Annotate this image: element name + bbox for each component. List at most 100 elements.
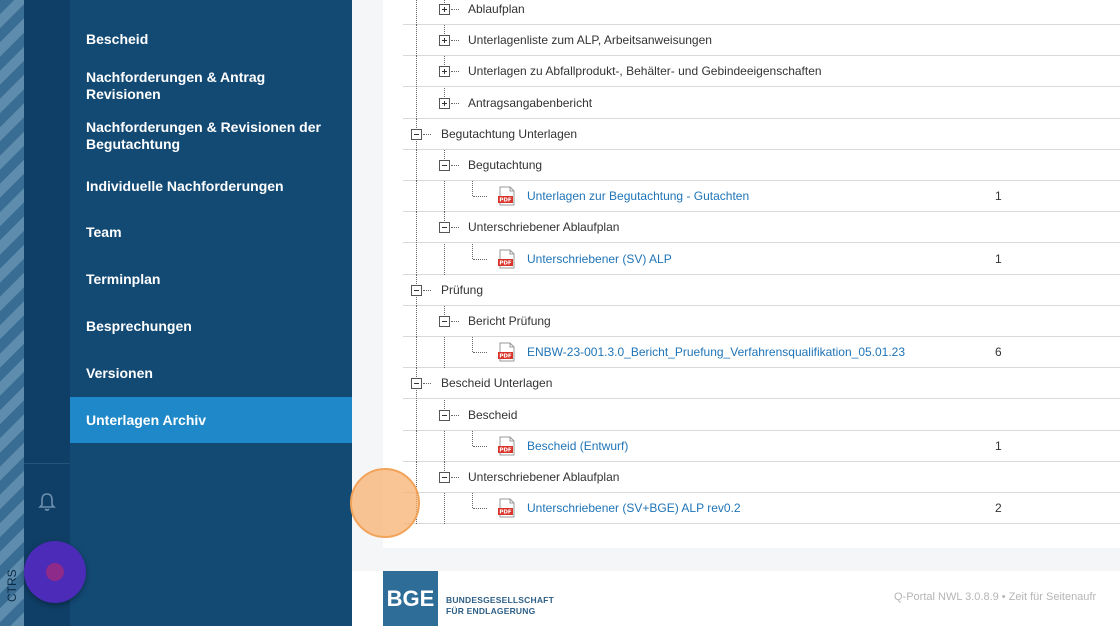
collapse-icon[interactable] [439,222,450,234]
sidebar-item-terminplan[interactable]: Terminplan [70,262,352,296]
tree-guide-line [416,0,417,25]
expand-icon[interactable] [439,66,450,78]
tree-guide-line [416,87,417,119]
rail-divider [24,463,70,464]
pdf-file-icon: PDF [498,498,515,518]
pdf-file-icon: PDF [498,186,515,206]
folder-label: Bericht Prüfung [468,314,551,328]
sidebar-item-team[interactable]: Team [70,215,352,249]
tree-guide-line [444,430,445,462]
tree-folder-row[interactable]: Unterlagenliste zum ALP, Arbeitsanweisun… [403,25,1120,57]
expand-icon[interactable] [439,4,450,15]
document-tree-panel: Ablaufplan Unterlagenliste zum ALP, Arbei… [383,0,1120,548]
file-count: 6 [995,345,1002,360]
sidebar-item-nachforderungen-antrag[interactable]: Nachforderungen & Antrag Revisionen [70,69,352,103]
tree-folder-row[interactable]: Begutachtung [403,150,1120,181]
tree-folder-row[interactable]: Antragsangabenbericht [403,87,1120,119]
tree-connector [423,383,431,385]
folder-label: Ablaufplan [468,2,525,16]
file-link[interactable]: Unterschriebener (SV+BGE) ALP rev0.2 [527,501,741,515]
file-link[interactable]: ENBW-23-001.3.0_Bericht_Pruefung_Verfahr… [527,345,905,359]
collapse-icon[interactable] [411,284,422,296]
expand-icon[interactable] [439,35,450,47]
folder-label: Unterschriebener Ablaufplan [468,470,620,484]
bell-icon[interactable] [38,492,56,512]
pdf-file-icon: PDF [498,342,515,362]
svg-text:PDF: PDF [499,260,512,266]
folder-label: Bescheid Unterlagen [441,376,553,391]
sidebar-item-besprechungen[interactable]: Besprechungen [70,309,352,343]
logo-line-1: BUNDESGESELLSCHAFT [446,595,554,605]
tree-guide-line [472,337,473,353]
collapse-icon[interactable] [439,160,450,171]
folder-label: Begutachtung [468,158,543,172]
pdf-file-icon: PDF [498,436,515,456]
tree-folder-row[interactable]: Unterlagen zu Abfallprodukt-, Behälter- … [403,56,1120,88]
tree-folder-row[interactable]: Begutachtung Unterlagen [403,118,1120,150]
tree-connector [451,414,459,416]
tree-file-row[interactable]: PDF Bescheid (Entwurf) 1 [403,430,1120,462]
page-footer: BGE BUNDESGESELLSCHAFT FÜR ENDLAGERUNG Q… [352,571,1120,626]
file-link[interactable]: Unterschriebener (SV) ALP [527,252,672,266]
collapse-icon[interactable] [439,409,450,421]
sidebar-item-versionen[interactable]: Versionen [70,356,352,390]
tree-folder-row[interactable]: Bescheid Unterlagen [403,368,1120,400]
file-link[interactable]: Bescheid (Entwurf) [527,439,628,453]
tree-connector [473,508,487,510]
tree-file-row[interactable]: PDF Unterschriebener (SV) ALP 1 [403,243,1120,275]
tree-connector [473,352,487,354]
tree-folder-row[interactable]: Bericht Prüfung [403,306,1120,337]
sidebar-item-unterlagen-archiv[interactable]: Unterlagen Archiv [70,397,352,443]
tree-connector [451,40,459,42]
collapse-icon[interactable] [439,472,450,483]
tree-connector [451,102,459,104]
file-count: 1 [995,438,1002,453]
tree-file-row[interactable]: PDF ENBW-23-001.3.0_Bericht_Pruefung_Verf… [403,337,1120,369]
tree-connector [473,258,487,260]
tree-guide-line [416,243,417,275]
tree-folder-row[interactable]: Unterschriebener Ablaufplan [403,212,1120,244]
file-count: 1 [995,251,1002,266]
tree-file-row[interactable]: PDF Unterlagen zur Begutachtung - Gutacht… [403,181,1120,213]
tree-connector [451,227,459,229]
tree-connector [473,196,487,198]
tree-guide-line [416,430,417,462]
tree-guide-line [416,181,417,213]
tree-guide-line [472,430,473,446]
tree-guide-line [472,181,473,197]
floating-action-button[interactable] [24,541,86,603]
tree-guide-line [444,337,445,369]
tree-file-row[interactable]: PDF Unterschriebener (SV+BGE) ALP rev0.2 2 [403,493,1120,525]
tree-guide-line [444,181,445,213]
tree-folder-row[interactable]: Bescheid [403,399,1120,431]
svg-text:PDF: PDF [499,354,512,360]
collapse-icon[interactable] [411,128,422,140]
tree-guide-line [416,56,417,88]
tree-folder-row[interactable]: Ablaufplan [403,0,1120,25]
expand-icon[interactable] [439,97,450,109]
folder-label: Prüfung [441,282,484,297]
decorative-stripe [0,0,24,626]
collapse-icon[interactable] [411,378,422,390]
logo-line-2: FÜR ENDLAGERUNG [446,606,536,616]
icon-rail [24,0,70,626]
file-link[interactable]: Unterlagen zur Begutachtung - Gutachten [527,189,749,203]
folder-label: Bescheid [468,407,518,422]
tree-folder-row[interactable]: Unterschriebener Ablaufplan [403,462,1120,493]
collapse-icon[interactable] [439,316,450,327]
sidebar-item-bescheid[interactable]: Bescheid [70,22,352,56]
sidebar-item-individuelle-nachforderungen[interactable]: Individuelle Nachforderungen [70,169,352,203]
file-count: 2 [995,501,1002,516]
sidebar-item-nachforderungen-begutachtung[interactable]: Nachforderungen & Revisionen der Begutac… [70,114,352,158]
bge-logo: BGE [383,571,438,626]
tree-connector [451,165,459,166]
tree-guide-line [416,306,417,337]
tree-guide-line [416,399,417,431]
svg-text:PDF: PDF [499,510,512,516]
tree-folder-row[interactable]: Prüfung [403,274,1120,306]
tree-guide-line [472,493,473,509]
bge-logo-text: BUNDESGESELLSCHAFT FÜR ENDLAGERUNG [446,595,554,617]
pdf-file-icon: PDF [498,249,515,269]
folder-label: Unterlagenliste zum ALP, Arbeitsanweisun… [468,33,712,48]
sidebar-nav: Bescheid Nachforderungen & Antrag Revisi… [70,0,352,626]
